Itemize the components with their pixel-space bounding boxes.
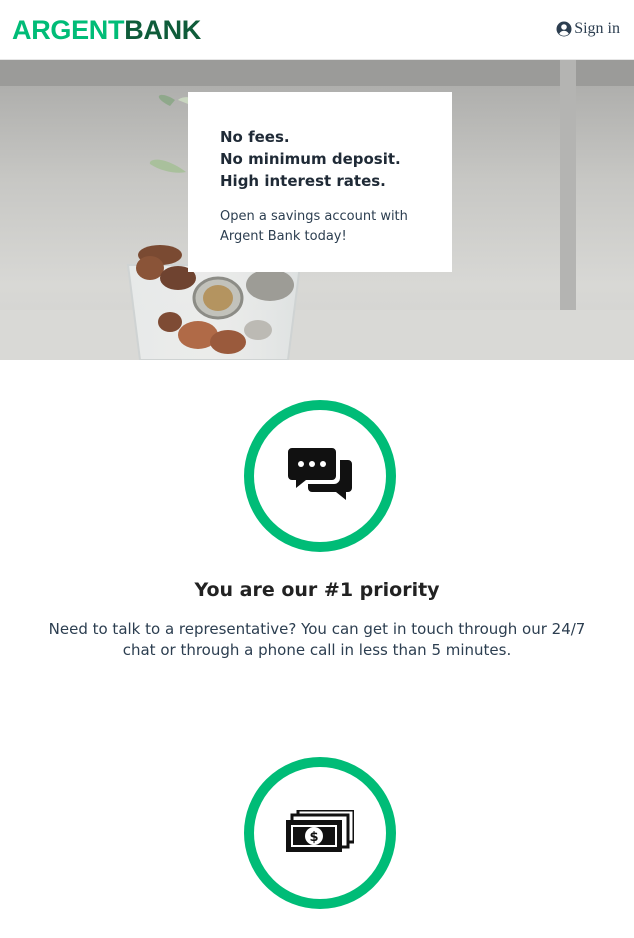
promo-subtitle-3: High interest rates. — [220, 172, 386, 190]
sign-in-label: Sign in — [574, 20, 620, 37]
svg-text:$: $ — [309, 830, 318, 845]
promo-subtitle-1: No fees. — [220, 128, 290, 146]
logo-text-bank: BANK — [124, 15, 201, 45]
feature-title: You are our #1 priority — [194, 579, 440, 601]
feature-icon-circle — [244, 400, 396, 552]
money-icon: $ — [286, 808, 356, 856]
promo-text: Open a savings account with Argent Bank … — [220, 209, 408, 244]
user-circle-icon — [556, 21, 572, 37]
sign-in-link[interactable]: Sign in — [556, 20, 620, 38]
feature-text: Need to talk to a representative? You ca… — [48, 620, 586, 659]
promo-card: No fees. No minimum deposit. High intere… — [188, 92, 452, 272]
feature-item-priority: You are our #1 priority Need to talk to … — [0, 400, 634, 670]
logo-text-argent: ARGENT — [12, 15, 125, 45]
promo-subtitle-2: No minimum deposit. — [220, 150, 401, 168]
main-nav-logo[interactable]: ARGENTBANK — [12, 14, 201, 46]
chat-icon — [288, 446, 352, 506]
feature-item-money: $ — [0, 757, 634, 938]
feature-icon-circle: $ — [244, 757, 396, 909]
hero-banner: No fees. No minimum deposit. High intere… — [0, 60, 634, 360]
main-nav: ARGENTBANK Sign in — [0, 0, 634, 60]
